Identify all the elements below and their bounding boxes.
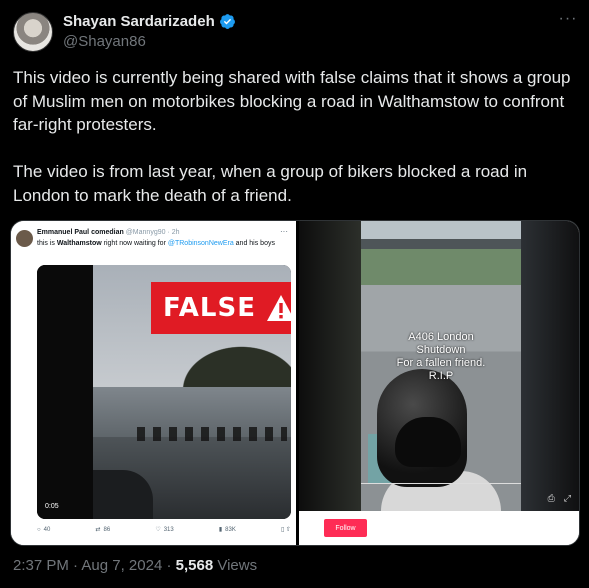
- embedded-bookmark: ▯ ⇧: [281, 527, 291, 533]
- media-grid: Emmanuel Paul comedian @Mannyg90 · 2h ··…: [10, 220, 580, 546]
- tweet-paragraph: The video is from last year, when a grou…: [13, 162, 528, 205]
- fullscreen-icon: ⤢: [563, 493, 571, 503]
- embedded-retweet: ⇄ 86: [95, 526, 111, 534]
- caption-icon: ⎙: [547, 493, 555, 503]
- views-label: Views: [217, 557, 258, 574]
- author-handle[interactable]: @Shayan86: [63, 33, 146, 50]
- embedded-video: FALSE 0:05: [37, 265, 291, 519]
- embedded-like: ♡ 313: [155, 526, 174, 534]
- embedded-author: Emmanuel Paul comedian @Mannyg90 · 2h: [37, 229, 180, 236]
- tiktok-video: A406 London Shutdown For a fallen friend…: [299, 221, 579, 511]
- media-image-tiktok[interactable]: A406 London Shutdown For a fallen friend…: [299, 221, 579, 545]
- embedded-avatar: [16, 230, 33, 247]
- tweet-header: Shayan Sardarizadeh @Shayan86 ···: [13, 10, 579, 54]
- tiktok-controls: ⎙ ⤢: [548, 493, 571, 504]
- embedded-reply: ○ 40: [37, 526, 51, 533]
- embedded-author-name: Emmanuel Paul comedian: [37, 229, 124, 236]
- avatar[interactable]: [13, 12, 53, 52]
- tiktok-caption: A406 London Shutdown For a fallen friend…: [396, 331, 486, 382]
- embedded-actions: ○ 40 ⇄ 86 ♡ 313 ▮ 83K ▯ ⇧: [37, 526, 291, 534]
- author-name[interactable]: Shayan Sardarizadeh: [63, 13, 215, 30]
- video-timestamp: 0:05: [45, 503, 59, 510]
- author-name-row: Shayan Sardarizadeh: [63, 13, 236, 30]
- tweet-date[interactable]: Aug 7, 2024: [81, 557, 162, 574]
- warning-icon: [266, 295, 291, 321]
- motorbikes: [137, 427, 287, 441]
- tweet-paragraph: This video is currently being shared wit…: [13, 68, 571, 134]
- embedded-views: ▮ 83K: [218, 526, 236, 534]
- embedded-author-handle: @Mannyg90: [125, 229, 166, 236]
- views-count: 5,568: [175, 557, 214, 574]
- media-image-embedded-tweet[interactable]: Emmanuel Paul comedian @Mannyg90 · 2h ··…: [11, 221, 296, 545]
- false-label-badge: FALSE: [151, 282, 291, 334]
- embedded-time: 2h: [171, 229, 180, 236]
- embedded-more-icon: ···: [280, 227, 288, 236]
- embedded-text: this is Walthamstow right now waiting fo…: [37, 240, 275, 247]
- more-options-icon[interactable]: ···: [557, 11, 579, 32]
- tweet-time[interactable]: 2:37 PM: [13, 557, 69, 574]
- tweet-body: This video is currently being shared wit…: [13, 66, 573, 231]
- follow-button: Follow: [324, 519, 367, 537]
- tweet-meta: 2:37 PM · Aug 7, 2024 · 5,568 Views: [13, 557, 258, 574]
- video-progress-bar: [361, 483, 521, 484]
- verified-badge-icon: [219, 14, 235, 29]
